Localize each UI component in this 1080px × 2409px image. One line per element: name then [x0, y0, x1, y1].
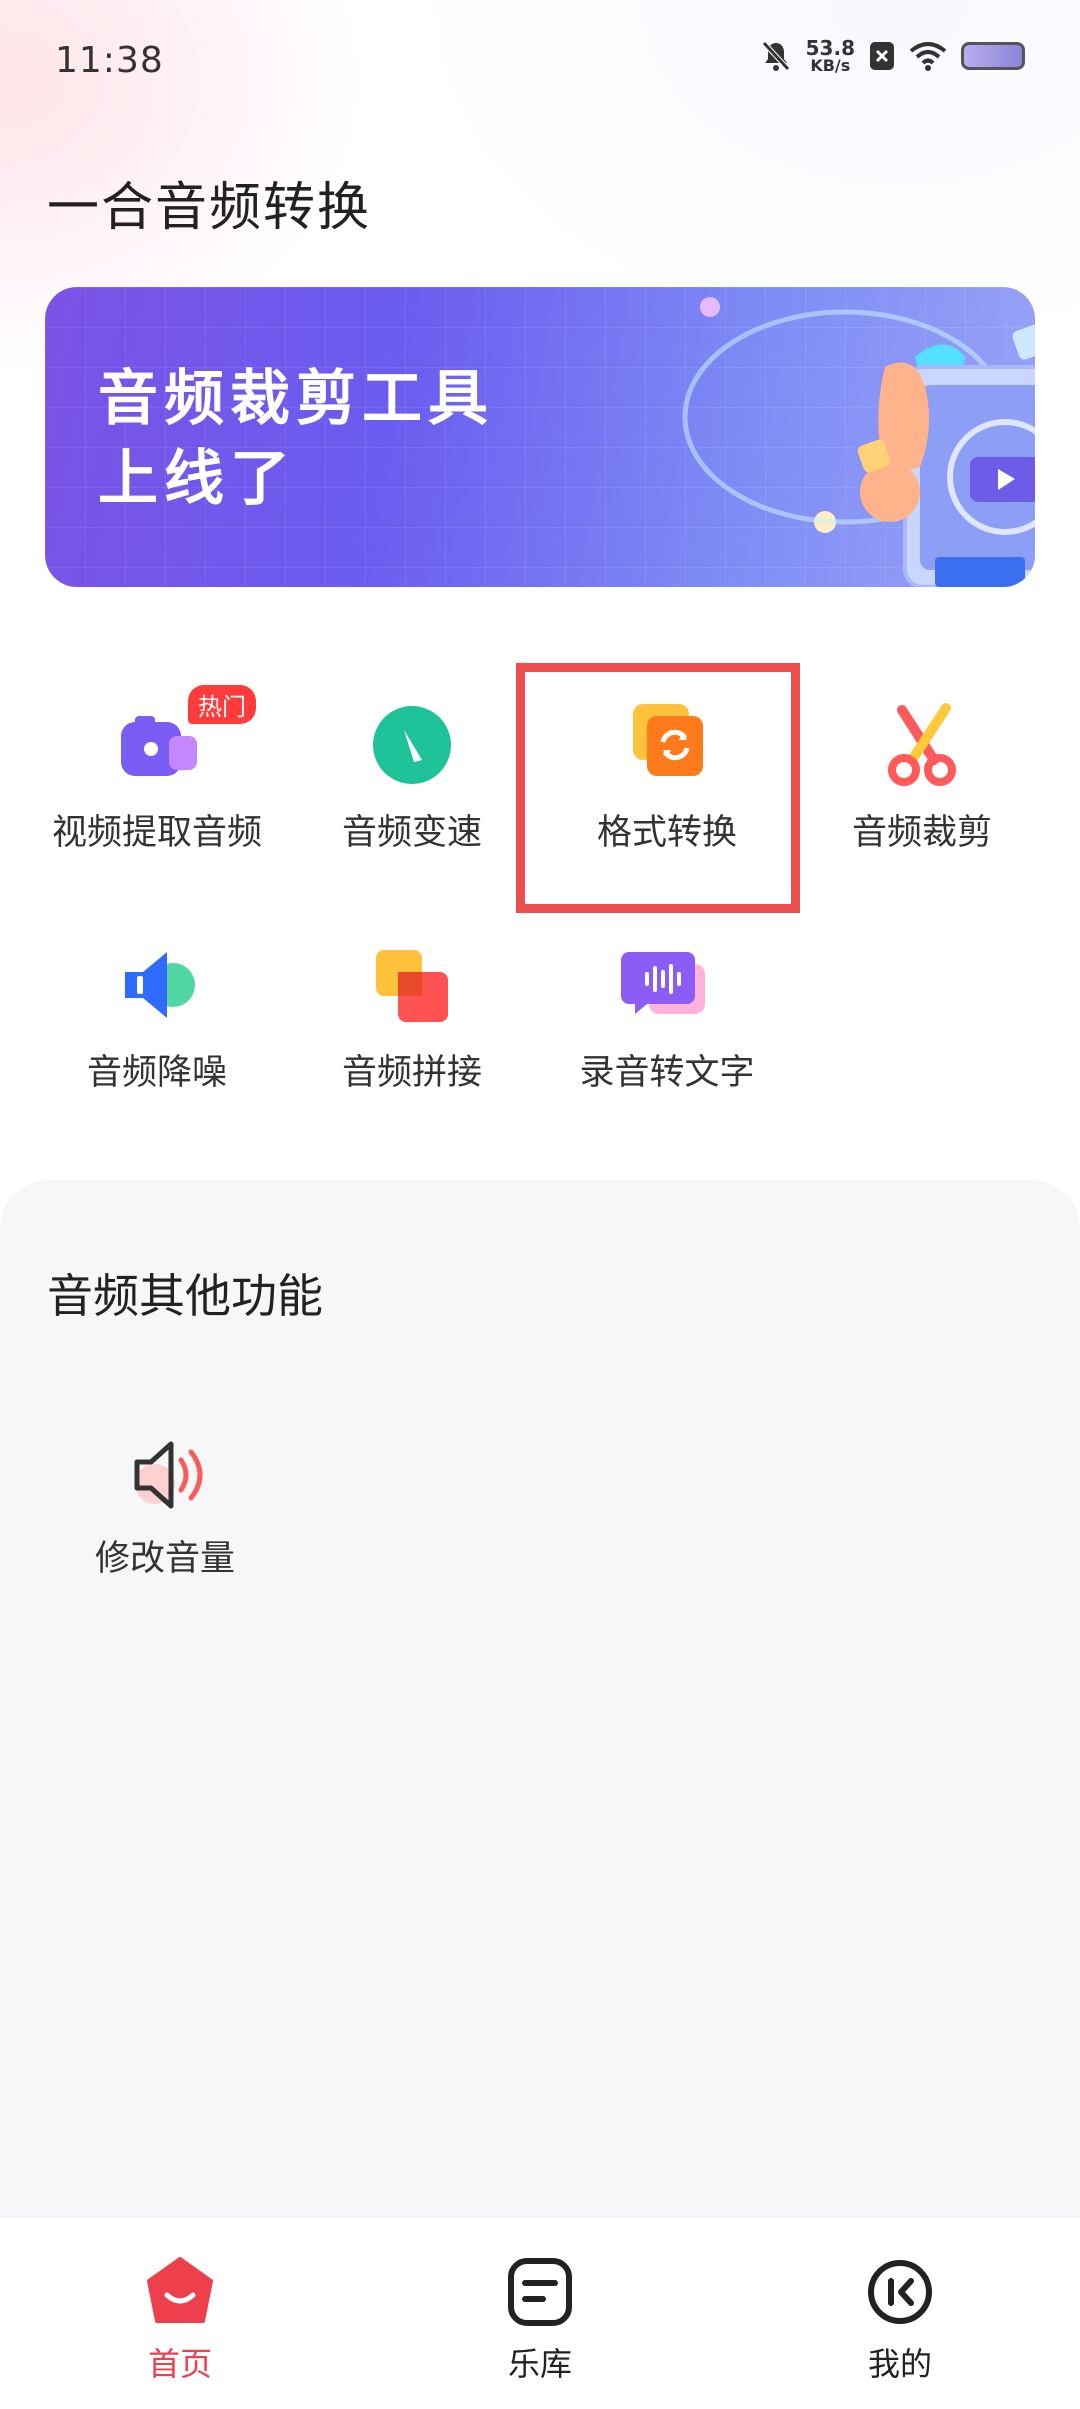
nav-label: 首页	[147, 2345, 212, 2383]
banner-illustration	[682, 297, 1035, 587]
tool-audio-trim[interactable]: 音频裁剪	[802, 698, 1042, 898]
library-icon	[508, 2258, 572, 2326]
scissors-icon	[888, 703, 956, 786]
nav-library[interactable]: 乐库	[450, 2257, 630, 2383]
other-functions-section: 音频其他功能 修改音量	[0, 1180, 1080, 2216]
tool-change-volume[interactable]: 修改音量	[45, 1430, 285, 1610]
hot-badge: 热门	[188, 685, 256, 724]
tool-label: 录音转文字	[579, 1053, 755, 1093]
banner-text: 音频裁剪工具 上线了	[98, 359, 494, 519]
highlight-box	[516, 663, 800, 913]
audio-merge-icon	[376, 950, 448, 1022]
network-speed-unit: KB/s	[810, 56, 851, 75]
banner-line2: 上线了	[98, 444, 296, 514]
app-title: 一合音频转换	[47, 178, 372, 238]
wifi-icon	[909, 42, 947, 71]
speaker-denoise-icon	[125, 952, 195, 1018]
sim-x-icon	[870, 42, 894, 70]
tool-label: 音频变速	[341, 813, 482, 853]
tool-audio-merge[interactable]: 音频拼接	[292, 938, 532, 1138]
tool-label: 视频提取音频	[51, 813, 262, 853]
tool-audio-speed[interactable]: 音频变速	[292, 698, 532, 898]
tool-label: 音频裁剪	[851, 813, 992, 853]
nav-label: 乐库	[507, 2345, 572, 2383]
banner-line1: 音频裁剪工具	[98, 364, 494, 434]
promo-banner[interactable]: 音频裁剪工具 上线了	[45, 287, 1035, 587]
battery-icon	[961, 42, 1025, 70]
tool-label: 音频降噪	[86, 1053, 227, 1093]
section-title: 音频其他功能	[47, 1269, 323, 1323]
bell-muted-icon	[761, 41, 790, 71]
status-bar: 11:38 53.8 KB/s	[0, 0, 1080, 120]
volume-icon	[134, 1441, 203, 1509]
tool-audio-denoise[interactable]: 音频降噪	[37, 938, 277, 1138]
tool-label: 音频拼接	[341, 1053, 482, 1093]
nav-mine[interactable]: 我的	[810, 2257, 990, 2383]
voice-to-text-icon	[621, 952, 705, 1014]
tool-video-extract-audio[interactable]: 视频提取音频	[37, 698, 277, 898]
nav-label: 我的	[867, 2345, 932, 2383]
network-speed-value: 53.8	[805, 36, 855, 60]
home-icon	[147, 2257, 213, 2323]
status-time: 11:38	[55, 40, 164, 81]
network-speed: 53.8 KB/s	[806, 38, 855, 74]
tool-label: 修改音量	[94, 1539, 235, 1579]
status-icons: 53.8 KB/s	[760, 38, 1025, 74]
speed-gauge-icon	[373, 706, 451, 784]
tool-speech-to-text[interactable]: 录音转文字	[547, 938, 787, 1138]
nav-home[interactable]: 首页	[90, 2257, 270, 2383]
bottom-nav: 首页 乐库 我的	[0, 2216, 1080, 2409]
profile-icon	[868, 2260, 932, 2324]
